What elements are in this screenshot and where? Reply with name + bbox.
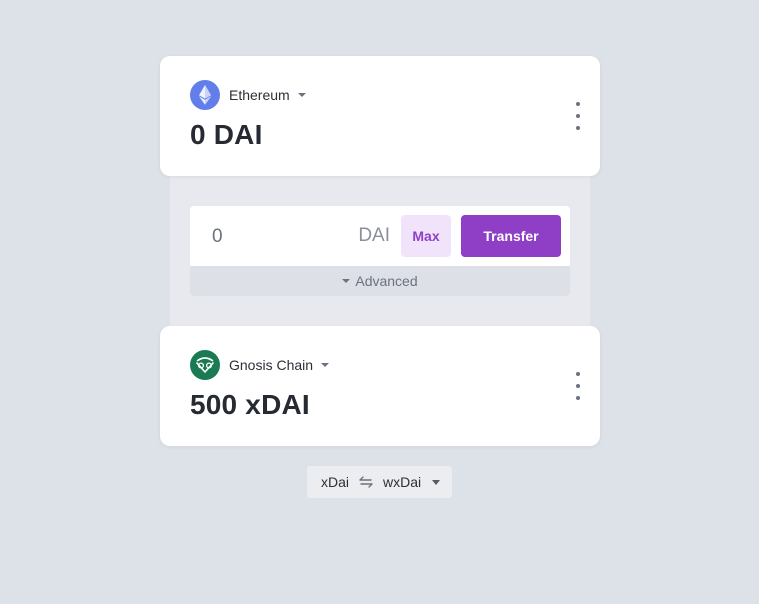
more-vertical-icon-dot: [576, 126, 580, 130]
source-chain-selector[interactable]: Ethereum: [190, 80, 306, 110]
ethereum-icon: [190, 80, 220, 110]
more-vertical-icon: [576, 372, 580, 376]
advanced-label: Advanced: [355, 273, 418, 289]
more-vertical-icon-dot: [576, 384, 580, 388]
more-vertical-icon: [576, 102, 580, 106]
token-to: wxDai: [383, 474, 422, 490]
source-balance: 0 DAI: [190, 119, 263, 150]
swap-arrows-icon: [359, 476, 373, 488]
more-vertical-icon-dot: [576, 114, 580, 118]
amount-input[interactable]: [210, 224, 344, 250]
transfer-input-box: DAI Max Transfer: [190, 206, 570, 266]
chevron-down-icon: [432, 479, 441, 485]
destination-chain-selector[interactable]: Gnosis Chain: [190, 350, 330, 380]
transfer-button[interactable]: Transfer: [461, 215, 561, 257]
token-from: xDai: [321, 474, 350, 490]
advanced-toggle[interactable]: Advanced: [190, 266, 570, 296]
destination-menu-button[interactable]: [574, 372, 582, 400]
source-chain-card: Ethereum 0 DAI: [160, 56, 600, 176]
destination-balance: 500 xDAI: [190, 389, 310, 420]
destination-chain-name: Gnosis Chain: [229, 357, 314, 373]
destination-chain-card: Gnosis Chain 500 xDAI: [160, 326, 600, 446]
chevron-down-icon: [321, 363, 330, 367]
source-chain-name: Ethereum: [229, 87, 290, 103]
more-vertical-icon-dot: [576, 396, 580, 400]
gnosis-icon: [190, 350, 220, 380]
token-switch-selector[interactable]: xDai wxDai: [307, 466, 452, 498]
chevron-down-icon: [297, 93, 306, 97]
max-button[interactable]: Max: [401, 215, 451, 257]
caret-down-icon: [342, 279, 351, 283]
source-menu-button[interactable]: [574, 102, 582, 130]
amount-unit: DAI: [358, 225, 390, 246]
